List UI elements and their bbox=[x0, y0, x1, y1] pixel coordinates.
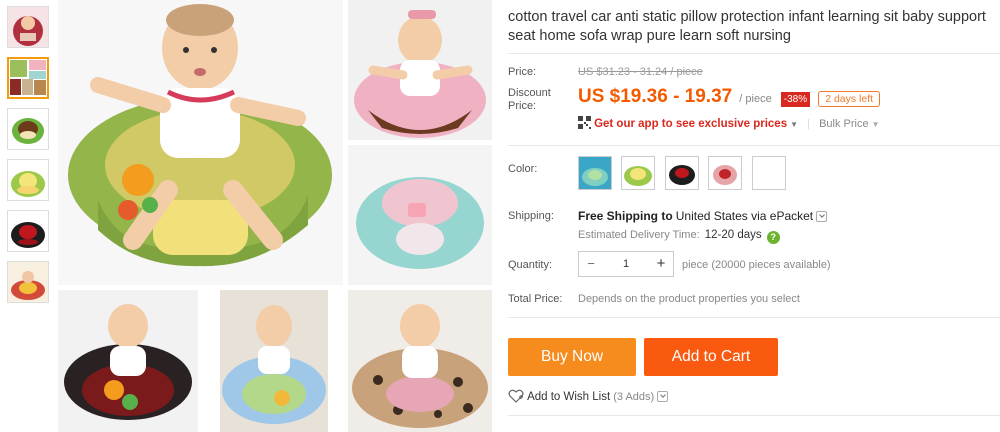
bulk-price-dropdown[interactable]: Bulk Price bbox=[819, 118, 869, 130]
quantity-decrease-button[interactable]: − bbox=[579, 252, 603, 276]
shipping-row: Free Shipping to United States via ePack… bbox=[578, 209, 828, 223]
discount-price-row: US $19.36 - 19.37 / piece -38% 2 days le… bbox=[578, 86, 881, 108]
product-photo-leopard-seat[interactable] bbox=[348, 290, 492, 432]
help-icon[interactable]: ? bbox=[766, 231, 780, 244]
thumbnail-list bbox=[7, 6, 51, 312]
price-unit: / piece bbox=[739, 93, 772, 105]
heart-icon[interactable] bbox=[508, 389, 524, 406]
total-price-label: Total Price: bbox=[508, 293, 563, 305]
thumbnail-1[interactable] bbox=[7, 6, 49, 48]
product-photo-teal-seat[interactable] bbox=[348, 145, 492, 285]
add-to-wishlist-link[interactable]: Add to Wish List bbox=[527, 391, 610, 403]
quantity-input[interactable]: 1 bbox=[603, 252, 649, 276]
delivery-time-value: 12-20 days bbox=[704, 229, 762, 241]
total-price-value: Depends on the product properties you se… bbox=[578, 293, 800, 305]
thumbnail-4[interactable] bbox=[7, 159, 49, 201]
shipping-label: Shipping: bbox=[508, 210, 554, 222]
quantity-availability: piece (20000 pieces available) bbox=[682, 259, 831, 271]
quantity-increase-button[interactable]: + bbox=[649, 252, 673, 276]
shipping-country-select[interactable]: United States via ePacket bbox=[676, 209, 813, 223]
main-product-photo[interactable] bbox=[58, 0, 343, 285]
qr-code-icon bbox=[578, 116, 591, 132]
divider bbox=[508, 415, 1000, 416]
app-price-row: Get our app to see exclusive prices ▼ | … bbox=[578, 116, 880, 132]
thumbnail-6[interactable] bbox=[7, 261, 49, 303]
delivery-time-label: Estimated Delivery Time: bbox=[578, 229, 700, 241]
color-swatch-white[interactable] bbox=[752, 156, 786, 190]
divider bbox=[508, 53, 1000, 54]
days-left-badge: 2 days left bbox=[818, 91, 881, 107]
delivery-row: Estimated Delivery Time: 12-20 days ? bbox=[578, 229, 780, 244]
thumbnail-3[interactable] bbox=[7, 108, 49, 150]
wishlist-row: Add to Wish List (3 Adds) bbox=[508, 389, 669, 406]
product-image-gallery[interactable] bbox=[58, 0, 492, 432]
wishlist-count: (3 Adds) bbox=[613, 391, 655, 403]
product-info-panel: cotton travel car anti static pillow pro… bbox=[508, 0, 1000, 432]
thumbnail-5[interactable] bbox=[7, 210, 49, 252]
product-title: cotton travel car anti static pillow pro… bbox=[508, 9, 986, 44]
chevron-down-icon[interactable] bbox=[816, 211, 828, 222]
chevron-down-icon[interactable] bbox=[657, 391, 669, 402]
discount-percent-badge: -38% bbox=[780, 92, 811, 107]
buy-now-button[interactable]: Buy Now bbox=[508, 338, 636, 376]
thumbnail-2[interactable] bbox=[7, 57, 49, 99]
color-swatch-black-red[interactable] bbox=[665, 156, 699, 190]
app-exclusive-price-link[interactable]: Get our app to see exclusive prices bbox=[594, 118, 787, 130]
product-photo-blue-seat[interactable] bbox=[220, 290, 328, 432]
divider-pipe: | bbox=[807, 118, 810, 130]
color-swatch-red-white[interactable] bbox=[708, 156, 742, 190]
product-photo-pink-seat[interactable] bbox=[348, 0, 492, 140]
discount-price-label: Discount Price: bbox=[508, 87, 551, 112]
discount-price: US $19.36 - 19.37 bbox=[578, 86, 733, 107]
quantity-stepper: − 1 + bbox=[578, 251, 674, 277]
color-swatch-green[interactable] bbox=[621, 156, 655, 190]
quantity-label: Quantity: bbox=[508, 259, 553, 271]
product-photo-black-seat[interactable] bbox=[58, 290, 198, 432]
color-swatch-blue[interactable] bbox=[578, 156, 612, 190]
divider bbox=[508, 145, 1000, 146]
divider bbox=[508, 317, 1000, 318]
price-label: Price: bbox=[508, 66, 537, 78]
original-price: US $31.23 - 31.24 / piece bbox=[578, 66, 703, 78]
chevron-down-icon: ▼ bbox=[871, 120, 880, 129]
color-label: Color: bbox=[508, 163, 538, 175]
add-to-cart-button[interactable]: Add to Cart bbox=[644, 338, 778, 376]
chevron-down-icon: ▼ bbox=[790, 120, 799, 129]
free-shipping-text: Free Shipping to bbox=[578, 209, 673, 223]
